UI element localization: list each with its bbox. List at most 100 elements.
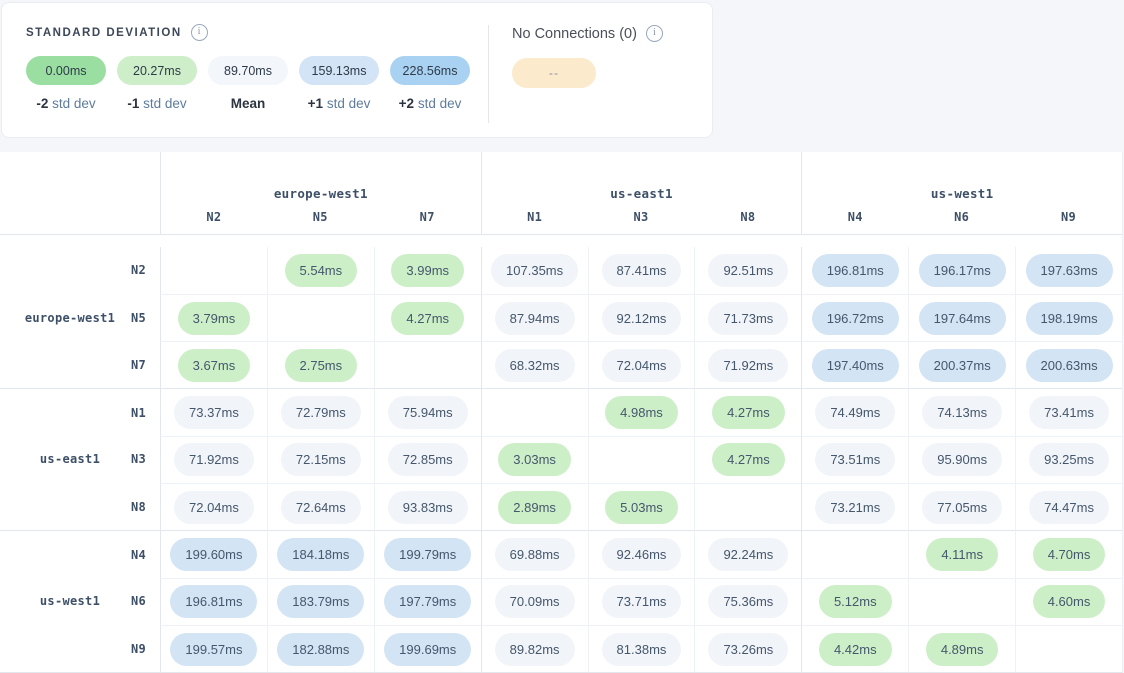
latency-cell: 3.79ms <box>160 294 267 341</box>
latency-chip[interactable]: 87.41ms <box>602 254 682 287</box>
latency-cell: 3.03ms <box>481 436 588 483</box>
latency-chip[interactable]: 92.24ms <box>708 538 788 571</box>
latency-chip[interactable]: 89.82ms <box>495 633 575 666</box>
latency-chip[interactable]: 196.81ms <box>170 585 257 618</box>
latency-chip[interactable]: 197.63ms <box>1026 254 1113 287</box>
latency-chip[interactable]: 196.17ms <box>919 254 1006 287</box>
latency-chip[interactable]: 5.03ms <box>605 491 678 524</box>
latency-chip[interactable]: 4.98ms <box>605 396 678 429</box>
latency-cell: 72.04ms <box>588 341 695 388</box>
latency-chip[interactable]: 77.05ms <box>922 491 1002 524</box>
latency-chip[interactable]: 3.99ms <box>391 254 464 287</box>
latency-chip[interactable]: 198.19ms <box>1026 302 1113 335</box>
legend-item-minus2: 0.00ms -2 std dev <box>26 56 106 111</box>
info-icon[interactable]: i <box>191 24 208 41</box>
latency-chip[interactable]: 2.75ms <box>285 349 358 382</box>
latency-chip[interactable]: 4.11ms <box>926 538 998 571</box>
latency-chip[interactable]: 4.27ms <box>391 302 464 335</box>
latency-chip[interactable]: 200.37ms <box>919 349 1006 382</box>
latency-chip[interactable]: 196.72ms <box>812 302 899 335</box>
latency-chip[interactable]: 81.38ms <box>602 633 682 666</box>
latency-chip[interactable]: 74.47ms <box>1029 491 1109 524</box>
latency-chip[interactable]: 5.12ms <box>819 585 892 618</box>
latency-chip[interactable]: 93.83ms <box>388 491 468 524</box>
row-region-label: us-east1 <box>0 452 140 466</box>
latency-cell: 197.64ms <box>908 294 1015 341</box>
legend-chip: 228.56ms <box>390 56 470 85</box>
latency-chip[interactable]: 197.64ms <box>919 302 1006 335</box>
latency-chip[interactable]: 71.92ms <box>708 349 788 382</box>
latency-chip[interactable]: 73.21ms <box>815 491 895 524</box>
col-node-label: N3 <box>633 210 648 224</box>
latency-chip[interactable]: 72.04ms <box>602 349 682 382</box>
latency-chip[interactable]: 72.85ms <box>388 443 468 476</box>
latency-chip[interactable]: 107.35ms <box>491 254 578 287</box>
latency-chip[interactable]: 93.25ms <box>1029 443 1109 476</box>
latency-chip[interactable]: 197.79ms <box>384 585 471 618</box>
latency-cell <box>908 578 1015 625</box>
latency-chip[interactable]: 4.89ms <box>926 633 999 666</box>
latency-chip[interactable]: 3.79ms <box>178 302 251 335</box>
latency-chip[interactable]: 72.64ms <box>281 491 361 524</box>
latency-chip[interactable]: 71.73ms <box>708 302 788 335</box>
latency-cell: 200.37ms <box>908 341 1015 388</box>
latency-chip[interactable]: 73.51ms <box>815 443 895 476</box>
latency-cell: 73.21ms <box>801 483 908 530</box>
latency-chip[interactable]: 197.40ms <box>812 349 899 382</box>
latency-chip[interactable]: 4.27ms <box>712 396 785 429</box>
latency-chip[interactable]: 75.36ms <box>708 585 788 618</box>
latency-chip[interactable]: 70.09ms <box>495 585 575 618</box>
latency-chip[interactable]: 72.79ms <box>281 396 361 429</box>
latency-chip[interactable]: 4.60ms <box>1033 585 1106 618</box>
latency-chip[interactable]: 199.79ms <box>384 538 471 571</box>
latency-chip[interactable]: 3.03ms <box>498 443 571 476</box>
latency-chip[interactable]: 199.60ms <box>170 538 257 571</box>
latency-chip[interactable]: 95.90ms <box>922 443 1002 476</box>
std-deviation-title-row: STANDARD DEVIATION i <box>26 24 488 41</box>
latency-chip[interactable]: 87.94ms <box>495 302 575 335</box>
latency-chip[interactable]: 75.94ms <box>388 396 468 429</box>
legend-item-plus2: 228.56ms +2 std dev <box>390 56 470 111</box>
latency-chip[interactable]: 4.70ms <box>1033 538 1106 571</box>
latency-chip[interactable]: 2.89ms <box>498 491 571 524</box>
latency-chip[interactable]: 72.15ms <box>281 443 361 476</box>
latency-cell <box>1015 625 1122 672</box>
latency-cell: 75.36ms <box>694 578 801 625</box>
latency-cell: 4.60ms <box>1015 578 1122 625</box>
latency-cell: 199.60ms <box>160 530 267 577</box>
info-icon[interactable]: i <box>646 25 663 42</box>
row-node-label: N8 <box>131 500 146 514</box>
latency-chip[interactable]: 72.04ms <box>174 491 254 524</box>
legend-item-minus1: 20.27ms -1 std dev <box>117 56 197 111</box>
latency-chip[interactable]: 200.63ms <box>1026 349 1113 382</box>
latency-cell: 184.18ms <box>267 530 374 577</box>
latency-chip[interactable]: 71.92ms <box>174 443 254 476</box>
latency-cell: 92.46ms <box>588 530 695 577</box>
latency-chip[interactable]: 73.26ms <box>708 633 788 666</box>
latency-chip[interactable]: 69.88ms <box>495 538 575 571</box>
latency-chip[interactable]: 73.41ms <box>1029 396 1109 429</box>
latency-chip[interactable]: 196.81ms <box>812 254 899 287</box>
latency-cell: 199.79ms <box>374 530 481 577</box>
latency-chip[interactable]: 199.69ms <box>384 633 471 666</box>
latency-chip[interactable]: 74.13ms <box>922 396 1002 429</box>
latency-chip[interactable]: 68.32ms <box>495 349 575 382</box>
latency-chip[interactable]: 4.27ms <box>712 443 785 476</box>
latency-cell: 75.94ms <box>374 388 481 435</box>
latency-chip[interactable]: 5.54ms <box>285 254 358 287</box>
col-node-label: N5 <box>313 210 328 224</box>
latency-chip[interactable]: 73.37ms <box>174 396 254 429</box>
latency-chip[interactable]: 74.49ms <box>815 396 895 429</box>
latency-chip[interactable]: 3.67ms <box>178 349 251 382</box>
latency-chip[interactable]: 4.42ms <box>819 633 892 666</box>
latency-chip[interactable]: 92.46ms <box>602 538 682 571</box>
row-header: europe-west1N5 <box>0 294 160 341</box>
latency-chip[interactable]: 73.71ms <box>602 585 682 618</box>
latency-chip[interactable]: 199.57ms <box>170 633 257 666</box>
latency-chip[interactable]: 184.18ms <box>277 538 364 571</box>
latency-chip[interactable]: 183.79ms <box>277 585 364 618</box>
latency-cell: 92.51ms <box>694 247 801 294</box>
latency-chip[interactable]: 182.88ms <box>277 633 364 666</box>
latency-chip[interactable]: 92.51ms <box>708 254 788 287</box>
latency-chip[interactable]: 92.12ms <box>602 302 682 335</box>
